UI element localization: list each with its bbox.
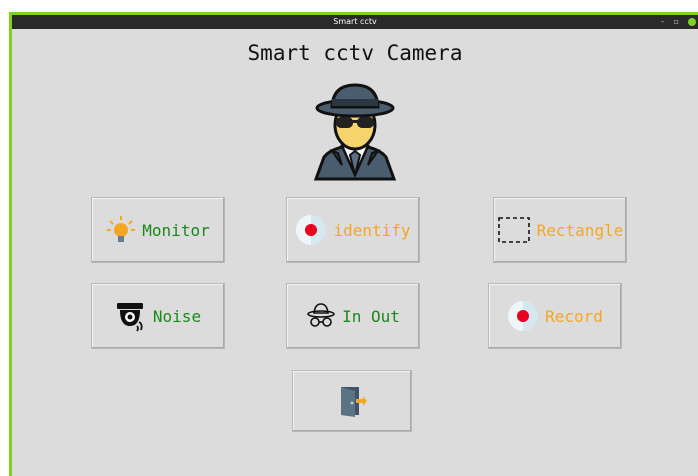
record-button[interactable]: Record <box>488 283 622 349</box>
security-camera-icon <box>116 303 143 332</box>
rectangle-button[interactable]: Rectangle <box>493 197 627 263</box>
spy-logo-icon <box>313 83 397 181</box>
identify-button-label: identify <box>333 220 411 240</box>
noise-button-label: Noise <box>152 306 202 326</box>
rectangle-button-label: Rectangle <box>536 220 624 240</box>
in-out-button[interactable]: In Out <box>286 283 420 349</box>
window-controls: – ▫ <box>661 15 698 29</box>
app-window: Smart cctv – ▫ Smart cctv Camera Monitor… <box>9 12 698 476</box>
monitor-button-label: Monitor <box>142 220 210 240</box>
title-bar: Smart cctv – ▫ <box>12 15 698 29</box>
identify-button[interactable]: identify <box>286 197 420 263</box>
in-out-button-label: In Out <box>342 306 400 326</box>
exit-door-icon <box>341 387 367 417</box>
light-bulb-icon <box>107 216 136 242</box>
minimize-button[interactable]: – <box>661 15 665 29</box>
spy-glasses-icon <box>307 303 335 327</box>
maximize-button[interactable]: ▫ <box>674 15 679 29</box>
noise-button[interactable]: Noise <box>91 283 225 349</box>
window-title: Smart cctv <box>333 17 377 26</box>
page-title: Smart cctv Camera <box>247 41 463 65</box>
close-button[interactable] <box>688 18 696 26</box>
dashed-rectangle-icon <box>497 217 530 243</box>
monitor-button[interactable]: Monitor <box>91 197 225 263</box>
exit-button[interactable] <box>292 370 412 432</box>
record-dot-icon <box>508 301 539 331</box>
record-dot-icon <box>296 215 327 245</box>
record-button-label: Record <box>545 306 603 326</box>
